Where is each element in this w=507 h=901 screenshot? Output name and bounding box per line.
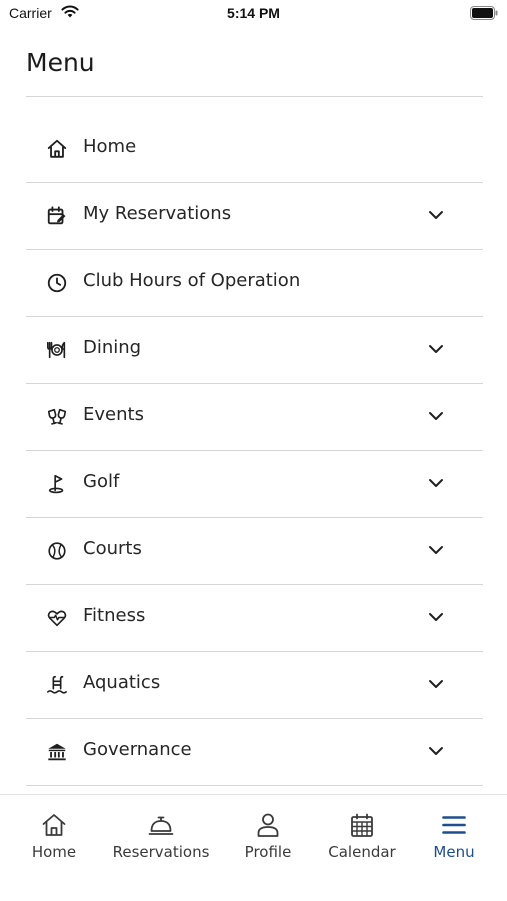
chevron-down-icon[interactable] — [428, 410, 444, 422]
tab-label: Profile — [244, 843, 292, 861]
menu-item-label: Governance — [83, 739, 192, 760]
menu-list: Home My Reservations Club Hours of Opera… — [26, 116, 483, 786]
chevron-down-icon[interactable] — [428, 544, 444, 556]
tab-calendar[interactable]: Calendar — [322, 811, 402, 861]
tab-home[interactable]: Home — [14, 811, 94, 861]
menu-item-golf[interactable]: Golf — [26, 451, 483, 518]
tab-bar: Home Reservations Profile Calendar Menu — [0, 794, 507, 901]
tab-label: Home — [31, 843, 77, 861]
menu-item-dining[interactable]: Dining — [26, 317, 483, 384]
calendar-icon — [351, 813, 373, 837]
heart-pulse-icon — [47, 610, 67, 627]
tab-label: Calendar — [328, 843, 396, 861]
bank-icon — [48, 743, 66, 761]
menu-item-aquatics[interactable]: Aquatics — [26, 652, 483, 719]
chevron-down-icon[interactable] — [428, 745, 444, 757]
clock-icon — [47, 273, 67, 293]
chevron-down-icon[interactable] — [428, 209, 444, 221]
service-bell-icon — [148, 816, 174, 835]
tennis-ball-icon — [48, 542, 66, 560]
golf-icon — [48, 474, 64, 494]
tab-reservations[interactable]: Reservations — [110, 811, 212, 861]
tab-label: Menu — [433, 843, 475, 861]
menu-item-club-hours[interactable]: Club Hours of Operation — [26, 250, 483, 317]
menu-item-events[interactable]: Events — [26, 384, 483, 451]
dining-icon — [47, 341, 66, 359]
tab-menu[interactable]: Menu — [424, 811, 484, 861]
person-icon — [257, 813, 279, 837]
tab-label: Reservations — [112, 843, 210, 861]
menu-item-fitness[interactable]: Fitness — [26, 585, 483, 652]
menu-item-governance[interactable]: Governance — [26, 719, 483, 786]
chevron-down-icon[interactable] — [428, 678, 444, 690]
calendar-edit-icon — [47, 206, 66, 225]
menu-item-label: Events — [83, 404, 144, 425]
menu-item-label: My Reservations — [83, 203, 232, 224]
menu-item-my-reservations[interactable]: My Reservations — [26, 183, 483, 250]
tab-profile[interactable]: Profile — [232, 811, 304, 861]
menu-item-label: Dining — [83, 337, 142, 358]
page-title: Menu — [26, 48, 95, 77]
clock-time: 5:14 PM — [227, 5, 280, 21]
hamburger-icon — [442, 816, 466, 834]
chevron-down-icon[interactable] — [428, 343, 444, 355]
menu-item-label: Golf — [83, 471, 120, 492]
cheers-icon — [47, 408, 67, 425]
home-icon — [47, 139, 67, 158]
chevron-down-icon[interactable] — [428, 477, 444, 489]
home-icon — [42, 814, 66, 836]
battery-icon — [470, 6, 498, 20]
menu-item-home[interactable]: Home — [26, 116, 483, 183]
pool-icon — [47, 675, 67, 694]
title-divider — [26, 96, 483, 97]
menu-item-label: Club Hours of Operation — [83, 270, 301, 291]
menu-item-label: Home — [83, 136, 137, 157]
status-bar: Carrier 5:14 PM — [0, 0, 507, 28]
menu-item-label: Courts — [83, 538, 142, 559]
chevron-down-icon[interactable] — [428, 611, 444, 623]
menu-item-courts[interactable]: Courts — [26, 518, 483, 585]
menu-item-label: Fitness — [83, 605, 146, 626]
menu-item-label: Aquatics — [83, 672, 161, 693]
